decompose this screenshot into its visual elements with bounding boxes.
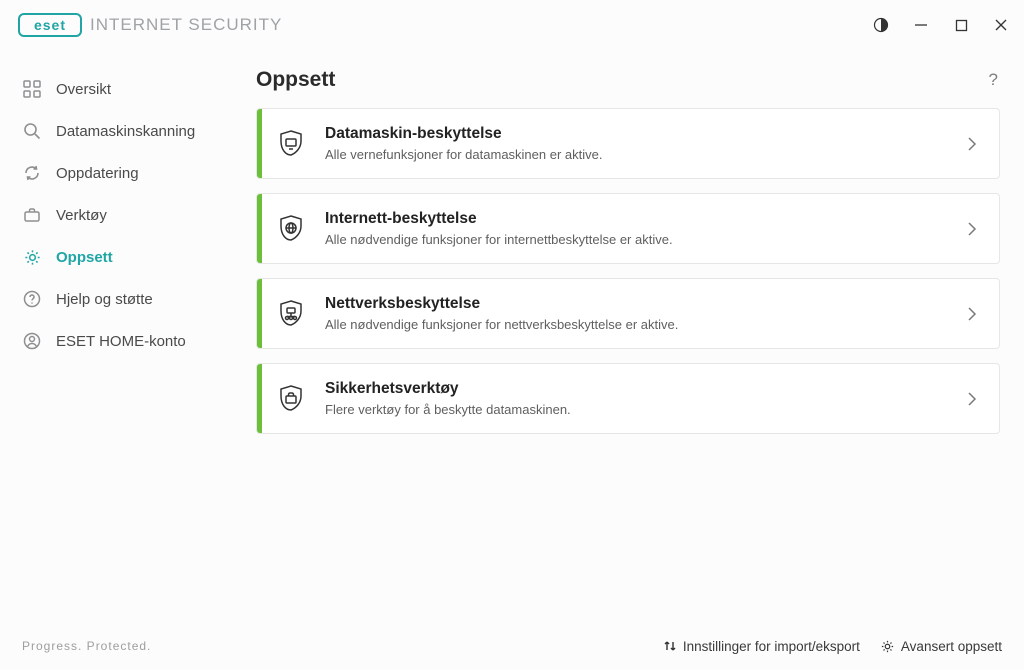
app-window: eset INTERNET SECURITY [0,0,1024,670]
chevron-right-icon [953,305,979,323]
shield-globe-icon [257,213,325,245]
footer: Progress. Protected. Innstillinger for i… [0,622,1024,670]
card-title: Internett-beskyttelse [325,210,953,228]
minimize-button[interactable] [912,16,930,34]
sidebar-item-label: Oppdatering [56,165,139,182]
card-title: Sikkerhetsverktøy [325,380,953,398]
sidebar-item-scan[interactable]: Datamaskinskanning [0,110,250,152]
brand-logo: eset [18,13,82,37]
main-content: Oppsett ? Datamaskin-beskyttelse Alle ve… [250,50,1024,622]
search-icon [22,121,42,141]
sidebar-item-label: ESET HOME-konto [56,333,186,350]
sidebar: Oversikt Datamaskinskanning Oppdatering … [0,50,250,622]
gear-icon [22,247,42,267]
contrast-toggle-icon[interactable] [872,16,890,34]
card-title: Nettverksbeskyttelse [325,295,953,313]
sidebar-item-label: Oversikt [56,81,111,98]
dashboard-icon [22,79,42,99]
card-security-tools[interactable]: Sikkerhetsverktøy Flere verktøy for å be… [256,363,1000,434]
card-body: Nettverksbeskyttelse Alle nødvendige fun… [325,295,953,332]
setup-cards: Datamaskin-beskyttelse Alle vernefunksjo… [256,108,1000,434]
chevron-right-icon [953,135,979,153]
sidebar-item-overview[interactable]: Oversikt [0,68,250,110]
sidebar-item-label: Datamaskinskanning [56,123,195,140]
card-body: Internett-beskyttelse Alle nødvendige fu… [325,210,953,247]
card-internet-protection[interactable]: Internett-beskyttelse Alle nødvendige fu… [256,193,1000,264]
sidebar-item-update[interactable]: Oppdatering [0,152,250,194]
advanced-setup-label: Avansert oppsett [901,639,1002,654]
user-icon [22,331,42,351]
titlebar: eset INTERNET SECURITY [0,0,1024,50]
card-subtitle: Alle nødvendige funksjoner for nettverks… [325,317,953,332]
gear-icon [880,639,895,654]
sidebar-item-setup[interactable]: Oppsett [0,236,250,278]
shield-network-icon [257,298,325,330]
close-button[interactable] [992,16,1010,34]
maximize-button[interactable] [952,16,970,34]
chevron-right-icon [953,390,979,408]
card-body: Sikkerhetsverktøy Flere verktøy for å be… [325,380,953,417]
sidebar-item-label: Oppsett [56,249,113,266]
product-name: INTERNET SECURITY [90,15,282,35]
sidebar-item-tools[interactable]: Verktøy [0,194,250,236]
import-export-label: Innstillinger for import/eksport [683,639,860,654]
card-title: Datamaskin-beskyttelse [325,125,953,143]
window-controls [872,16,1010,34]
transfer-icon [663,639,677,653]
shield-tools-icon [257,383,325,415]
brand: eset INTERNET SECURITY [18,13,282,37]
sidebar-item-label: Hjelp og støtte [56,291,153,308]
sidebar-item-account[interactable]: ESET HOME-konto [0,320,250,362]
sidebar-item-label: Verktøy [56,207,107,224]
main-header: Oppsett ? [256,68,1000,108]
refresh-icon [22,163,42,183]
card-body: Datamaskin-beskyttelse Alle vernefunksjo… [325,125,953,162]
card-network-protection[interactable]: Nettverksbeskyttelse Alle nødvendige fun… [256,278,1000,349]
body: Oversikt Datamaskinskanning Oppdatering … [0,50,1024,622]
card-computer-protection[interactable]: Datamaskin-beskyttelse Alle vernefunksjo… [256,108,1000,179]
briefcase-icon [22,205,42,225]
card-subtitle: Flere verktøy for å beskytte datamaskine… [325,402,953,417]
sidebar-item-help[interactable]: Hjelp og støtte [0,278,250,320]
card-subtitle: Alle nødvendige funksjoner for internett… [325,232,953,247]
footer-tagline: Progress. Protected. [22,639,151,653]
advanced-setup-link[interactable]: Avansert oppsett [880,639,1002,654]
page-title: Oppsett [256,68,335,92]
help-icon [22,289,42,309]
help-button[interactable]: ? [989,70,1000,90]
chevron-right-icon [953,220,979,238]
shield-monitor-icon [257,128,325,160]
card-subtitle: Alle vernefunksjoner for datamaskinen er… [325,147,953,162]
import-export-link[interactable]: Innstillinger for import/eksport [663,639,860,654]
